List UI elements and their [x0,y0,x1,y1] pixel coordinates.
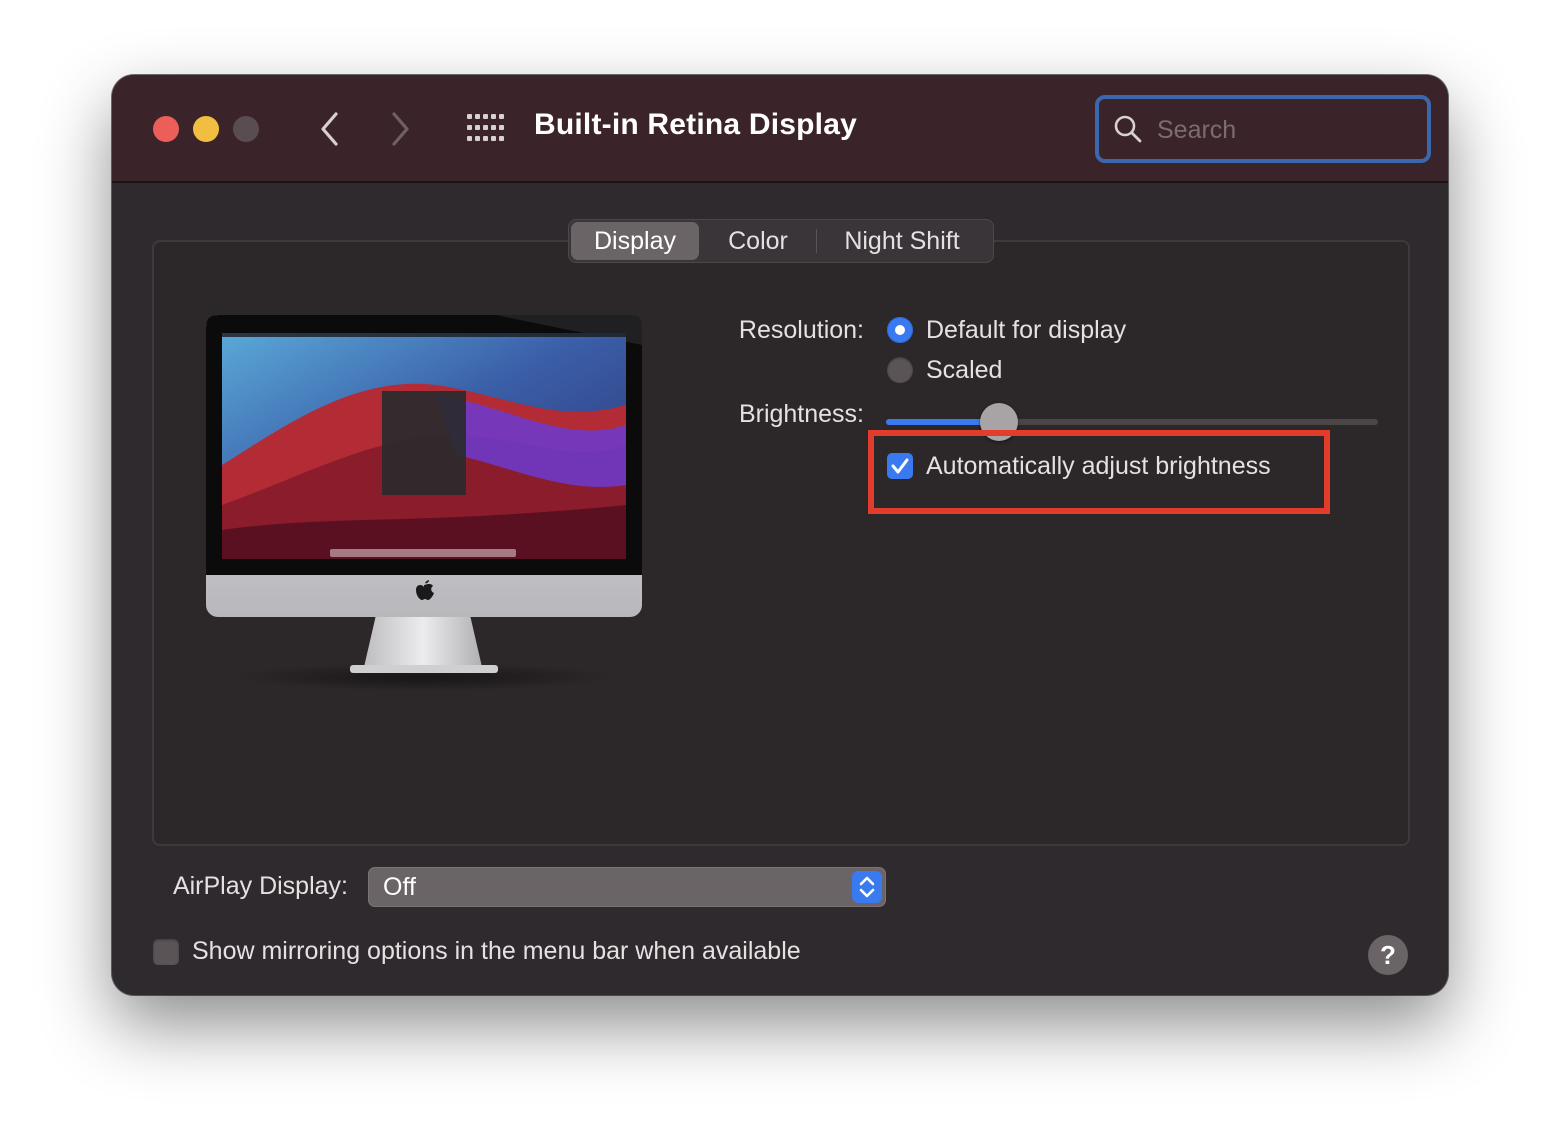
auto-brightness-checkbox[interactable] [887,453,913,479]
tab-night-shift[interactable]: Night Shift [817,222,987,260]
up-down-chevron-icon [859,876,875,898]
system-preferences-window: Built-in Retina Display Display Color Ni… [112,75,1448,995]
airplay-display-label: AirPlay Display: [172,872,348,900]
help-button[interactable]: ? [1368,935,1408,975]
back-button[interactable] [310,107,350,151]
close-window-button[interactable] [153,116,179,142]
grid-icon [467,114,504,141]
resolution-label: Resolution: [738,316,864,344]
resolution-scaled-label[interactable]: Scaled [926,356,1002,385]
resolution-scaled-radio[interactable] [887,357,913,383]
show-all-button[interactable] [466,113,504,143]
tab-display[interactable]: Display [571,222,699,260]
checkmark-icon [891,458,909,474]
popup-stepper [852,871,882,903]
mirroring-label[interactable]: Show mirroring options in the menu bar w… [192,937,801,966]
resolution-default-label[interactable]: Default for display [926,316,1126,345]
imac-display-image [206,315,642,691]
auto-brightness-label[interactable]: Automatically adjust brightness [926,452,1271,481]
minimize-window-button[interactable] [193,116,219,142]
airplay-display-popup[interactable]: Off [368,867,886,907]
chevron-left-icon [321,112,338,146]
window-title: Built-in Retina Display [534,108,857,141]
zoom-window-button[interactable] [233,116,259,142]
forward-button[interactable] [380,107,420,151]
resolution-default-radio[interactable] [887,317,913,343]
tab-bar: Display Color Night Shift [568,219,994,263]
brightness-slider[interactable] [886,419,1378,425]
airplay-display-value: Off [383,873,416,901]
search-input[interactable] [1155,109,1409,151]
mirroring-checkbox[interactable] [153,939,179,965]
search-field[interactable] [1095,95,1431,163]
chevron-right-icon [392,112,409,146]
search-icon [1114,115,1142,143]
title-bar: Built-in Retina Display [112,75,1448,183]
brightness-label: Brightness: [738,400,864,428]
tab-color[interactable]: Color [700,222,816,260]
